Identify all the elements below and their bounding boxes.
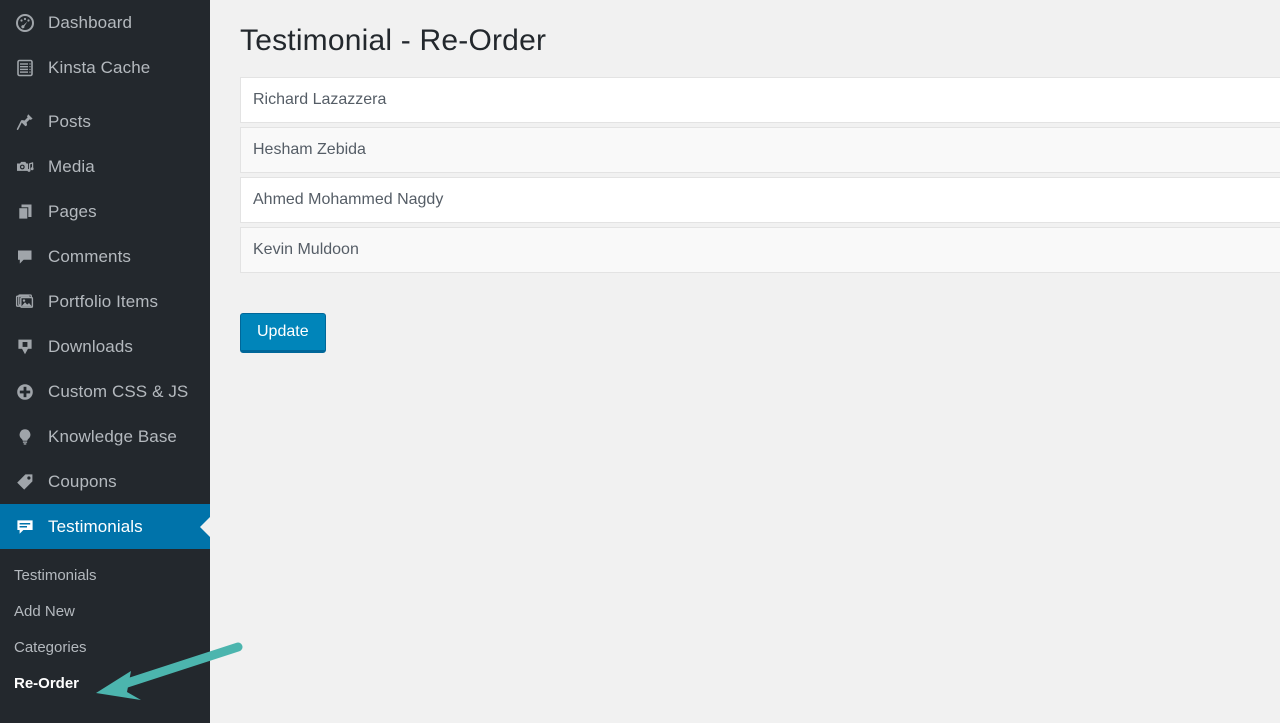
media-icon: [12, 154, 38, 180]
comment-icon: [12, 244, 38, 270]
reorder-item-name: Kevin Muldoon: [253, 240, 359, 258]
sidebar-item-posts[interactable]: Posts: [0, 99, 210, 144]
server-icon: [12, 55, 38, 81]
sidebar-item-coupons[interactable]: Coupons: [0, 459, 210, 504]
sidebar-item-label: Kinsta Cache: [48, 58, 151, 77]
submenu-item-categories[interactable]: Categories: [0, 629, 210, 665]
submenu-item-testimonials[interactable]: Testimonials: [0, 557, 210, 593]
reorder-list-item[interactable]: Hesham Zebida: [240, 126, 1280, 173]
page-title: Testimonial - Re-Order: [240, 24, 547, 57]
submenu-item-add-new[interactable]: Add New: [0, 593, 210, 629]
sidebar-item-label: Media: [48, 157, 95, 176]
plus-circle-icon: [12, 379, 38, 405]
menu-separator: [0, 90, 210, 99]
reorder-list-item[interactable]: Richard Lazazzera: [240, 76, 1280, 123]
submenu-item-re-order[interactable]: Re-Order: [0, 665, 210, 701]
sidebar-item-knowledge-base[interactable]: Knowledge Base: [0, 414, 210, 459]
sidebar-item-testimonials[interactable]: Testimonials: [0, 504, 210, 549]
sidebar-item-label: Comments: [48, 247, 131, 266]
sidebar-item-label: Knowledge Base: [48, 427, 177, 446]
sidebar-item-pages[interactable]: Pages: [0, 189, 210, 234]
reorder-item-name: Ahmed Mohammed Nagdy: [253, 190, 444, 208]
download-icon: [12, 334, 38, 360]
testimonial-icon: [12, 514, 38, 540]
lightbulb-icon: [12, 424, 38, 450]
portfolio-icon: [12, 289, 38, 315]
reorder-sortable-list[interactable]: Richard Lazazzera Hesham Zebida Ahmed Mo…: [210, 76, 1280, 273]
update-button[interactable]: Update: [240, 312, 326, 353]
submenu-item-label: Categories: [14, 638, 87, 656]
submenu-item-label: Testimonials: [14, 566, 97, 584]
sidebar-item-label: Pages: [48, 202, 97, 221]
update-button-container: Update: [210, 277, 1280, 353]
testimonials-submenu: Testimonials Add New Categories Re-Order: [0, 549, 210, 707]
dashboard-icon: [12, 10, 38, 36]
pushpin-icon: [12, 109, 38, 135]
sidebar-item-label: Posts: [48, 112, 92, 131]
sidebar-item-portfolio-items[interactable]: Portfolio Items: [0, 279, 210, 324]
sidebar-item-kinsta-cache[interactable]: Kinsta Cache: [0, 45, 210, 90]
sidebar-item-label: Coupons: [48, 472, 117, 491]
sidebar-item-media[interactable]: Media: [0, 144, 210, 189]
reorder-item-name: Richard Lazazzera: [253, 90, 387, 108]
sidebar-item-downloads[interactable]: Downloads: [0, 324, 210, 369]
pages-icon: [12, 199, 38, 225]
sidebar-item-label: Portfolio Items: [48, 292, 159, 311]
main-content-area: Testimonial - Re-Order Richard Lazazzera…: [210, 0, 1280, 723]
reorder-list-item[interactable]: Kevin Muldoon: [240, 226, 1280, 273]
admin-sidebar-menu: Dashboard Kinsta Cache Posts Media Pages…: [0, 0, 210, 723]
sidebar-item-custom-css-js[interactable]: Custom CSS & JS: [0, 369, 210, 414]
tag-icon: [12, 469, 38, 495]
reorder-list-item[interactable]: Ahmed Mohammed Nagdy: [240, 176, 1280, 223]
sidebar-item-label: Dashboard: [48, 13, 133, 32]
sidebar-item-label: Downloads: [48, 337, 134, 356]
submenu-item-label: Add New: [14, 602, 75, 620]
sidebar-item-dashboard[interactable]: Dashboard: [0, 0, 210, 45]
submenu-item-label: Re-Order: [14, 674, 80, 692]
sidebar-item-label: Custom CSS & JS: [48, 382, 189, 401]
sidebar-item-comments[interactable]: Comments: [0, 234, 210, 279]
sidebar-item-label: Testimonials: [48, 517, 143, 536]
wordpress-admin-screen: Dashboard Kinsta Cache Posts Media Pages…: [0, 0, 1280, 723]
reorder-item-name: Hesham Zebida: [253, 140, 366, 158]
